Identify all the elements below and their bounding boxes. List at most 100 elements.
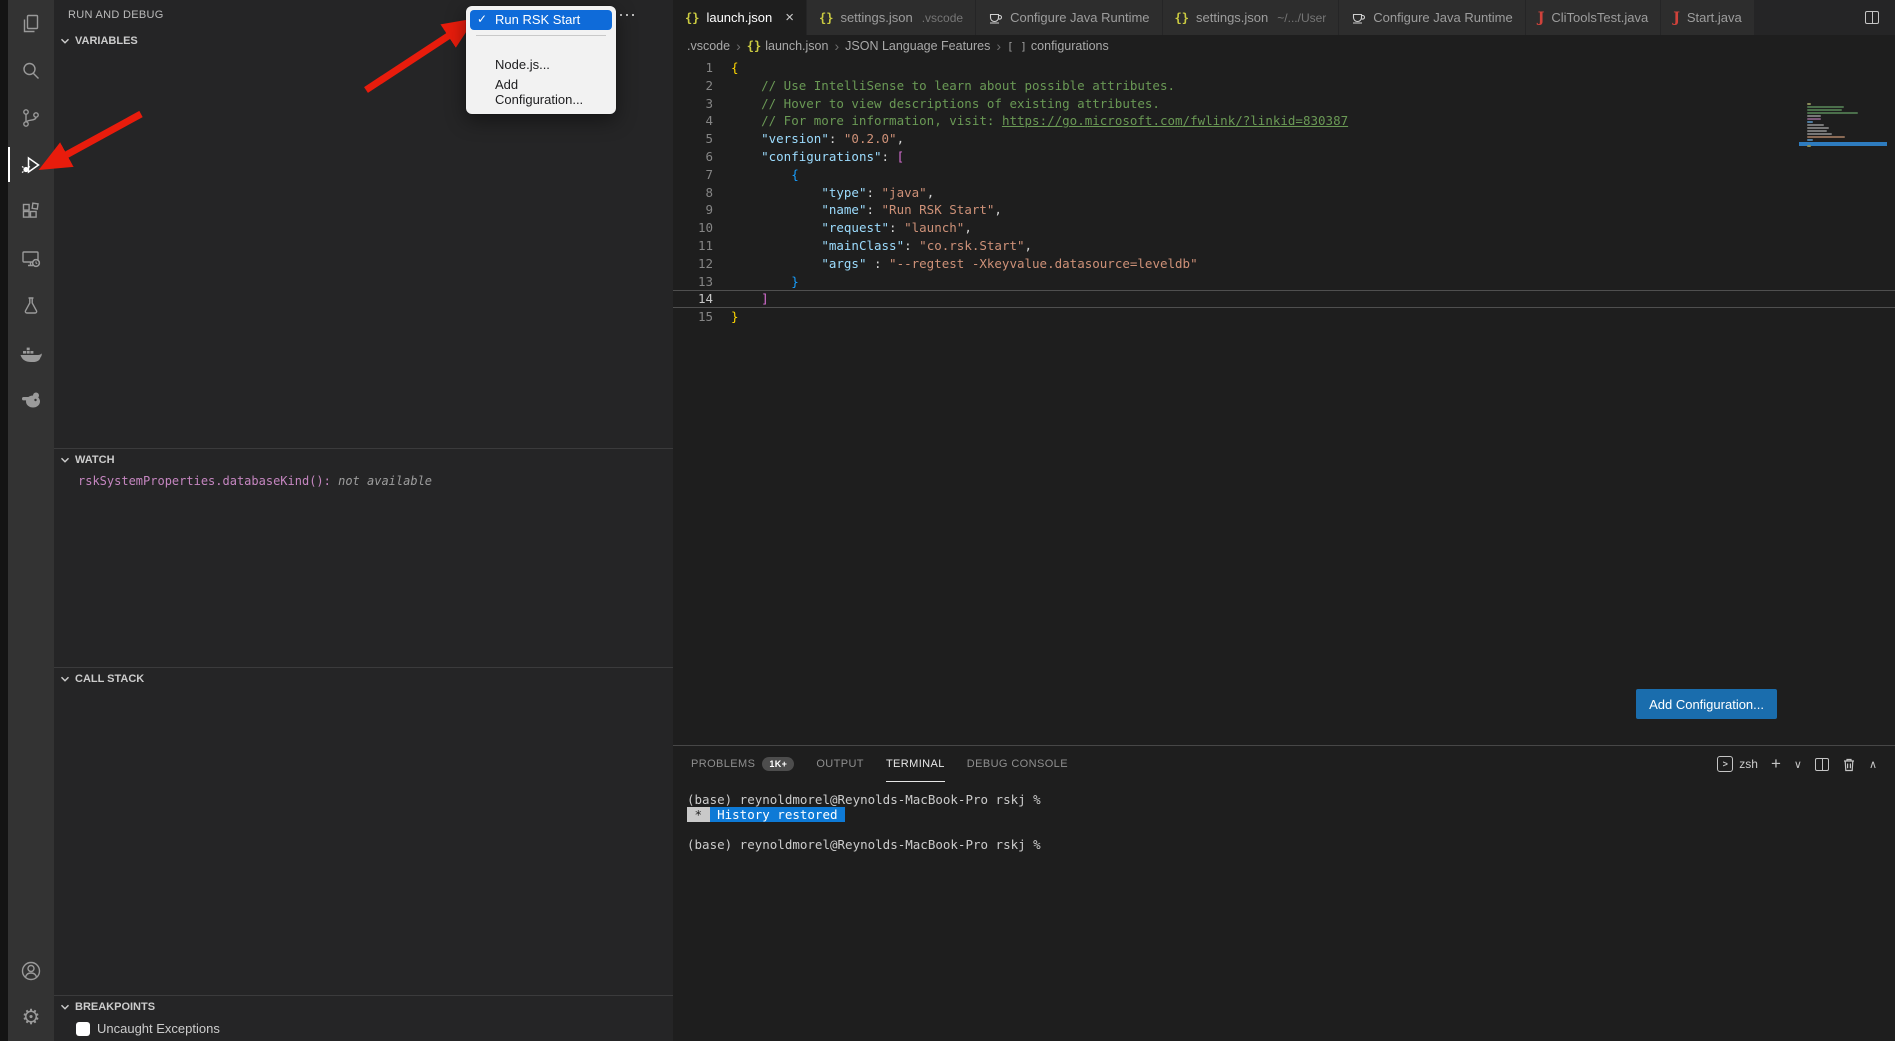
code-line: 6 "configurations": [ — [673, 148, 1895, 166]
minimap[interactable] — [1807, 103, 1879, 148]
close-icon[interactable]: × — [785, 9, 794, 26]
code-token: "--regtest -Xkeyvalue.datasource=leveldb… — [889, 256, 1198, 271]
panel-tab-debug-console[interactable]: DEBUG CONSOLE — [967, 746, 1068, 782]
line-number[interactable]: 7 — [673, 166, 713, 184]
line-number[interactable]: 1 — [673, 59, 713, 77]
line-number[interactable]: 15 — [673, 308, 713, 326]
breadcrumb-item[interactable]: {}launch.json — [747, 39, 829, 53]
code-token: "java" — [882, 185, 927, 200]
watch-section: WATCH rskSystemProperties.databaseKind()… — [54, 448, 673, 667]
breakpoint-item: Uncaught Exceptions — [54, 1018, 673, 1036]
terminal-shell-icon: > — [1717, 756, 1733, 772]
minimap-row-wrap — [1807, 103, 1879, 105]
gradle-elephant-icon[interactable] — [8, 376, 54, 423]
editor-tab[interactable]: JCliToolsTest.java — [1526, 0, 1661, 35]
breadcrumb-item[interactable]: [ ]configurations — [1007, 39, 1109, 53]
minimap-row-wrap — [1807, 124, 1879, 126]
variables-label: VARIABLES — [75, 35, 138, 47]
watch-section-header[interactable]: WATCH — [54, 449, 673, 471]
breakpoints-section-header[interactable]: BREAKPOINTS — [54, 996, 673, 1018]
popup-item-nodejs[interactable]: Node.js... — [470, 55, 612, 75]
line-number[interactable]: 14 — [673, 290, 713, 308]
extensions-icon[interactable] — [8, 188, 54, 235]
terminal-output[interactable]: (base) reynoldmorel@Reynolds-MacBook-Pro… — [673, 782, 1895, 1041]
minimap-row-wrap — [1807, 115, 1879, 117]
settings-gear-icon[interactable]: ⚙ — [8, 994, 54, 1041]
minimap-line — [1807, 106, 1844, 108]
editor-tab[interactable]: {}settings.json.vscode — [807, 0, 976, 35]
add-configuration-button[interactable]: Add Configuration... — [1636, 689, 1777, 719]
kill-terminal-trash-icon[interactable] — [1842, 757, 1856, 772]
watch-label: WATCH — [75, 454, 115, 466]
code-line-text: ] — [713, 290, 769, 308]
code-line-text: "name": "Run RSK Start", — [713, 201, 1002, 219]
new-terminal-icon[interactable]: + — [1771, 754, 1781, 774]
line-number[interactable]: 6 — [673, 148, 713, 166]
code-line: 9 "name": "Run RSK Start", — [673, 201, 1895, 219]
line-number[interactable]: 5 — [673, 130, 713, 148]
code-token: ] — [761, 291, 769, 306]
remote-explorer-icon[interactable] — [8, 235, 54, 282]
editor-tab[interactable]: JStart.java — [1661, 0, 1755, 35]
more-actions-icon[interactable]: ⋯ — [618, 5, 637, 26]
java-runtime-cup-icon — [988, 10, 1003, 25]
code-line: 4 // For more information, visit: https:… — [673, 112, 1895, 130]
editor-tab[interactable]: {}settings.json~/.../User — [1163, 0, 1340, 35]
panel-tab-terminal[interactable]: TERMINAL — [886, 746, 945, 782]
line-number[interactable]: 4 — [673, 112, 713, 130]
source-control-icon[interactable] — [8, 94, 54, 141]
code-line: 13 } — [673, 273, 1895, 291]
terminal-text: * — [687, 807, 710, 822]
explorer-icon[interactable] — [8, 0, 54, 47]
code-token: "mainClass" — [821, 238, 904, 253]
array-icon: [ ] — [1007, 40, 1027, 53]
code-link[interactable]: https://go.microsoft.com/fwlink/?linkid=… — [1002, 113, 1348, 128]
maximize-panel-chevron-icon[interactable]: ∧ — [1869, 758, 1877, 771]
docker-whale-icon[interactable] — [8, 329, 54, 376]
breadcrumb-item[interactable]: .vscode — [687, 39, 730, 53]
code-token — [731, 202, 821, 217]
line-number[interactable]: 9 — [673, 201, 713, 219]
split-terminal-icon[interactable] — [1815, 758, 1829, 771]
popup-item-run-rsk-start[interactable]: ✓ Run RSK Start — [470, 10, 612, 30]
line-number[interactable]: 3 — [673, 95, 713, 113]
terminal-instance[interactable]: > zsh — [1717, 756, 1758, 772]
call-stack-section-header[interactable]: CALL STACK — [54, 668, 673, 690]
line-number[interactable]: 10 — [673, 219, 713, 237]
panel-actions: > zsh + ∨ ∧ — [1717, 754, 1877, 774]
editor-tab[interactable]: Configure Java Runtime — [976, 0, 1162, 35]
testing-beaker-icon[interactable] — [8, 282, 54, 329]
editor-tab[interactable]: Configure Java Runtime — [1339, 0, 1525, 35]
panel-tab-label: PROBLEMS — [691, 758, 755, 770]
uncaught-exceptions-checkbox[interactable] — [76, 1022, 90, 1036]
line-number[interactable]: 8 — [673, 184, 713, 202]
minimap-line — [1807, 121, 1813, 123]
panel-tab-label: OUTPUT — [816, 758, 864, 770]
chevron-down-icon — [60, 1002, 70, 1012]
line-number[interactable]: 11 — [673, 237, 713, 255]
panel-tab-output[interactable]: OUTPUT — [816, 746, 864, 782]
watch-expression-item[interactable]: rskSystemProperties.databaseKind(): not … — [54, 471, 673, 488]
panel-tab-problems[interactable]: PROBLEMS1K+ — [691, 746, 794, 782]
code-editor[interactable]: 1{2 // Use IntelliSense to learn about p… — [673, 57, 1895, 745]
editor-tab[interactable]: {}launch.json× — [673, 0, 807, 35]
code-line: 10 "request": "launch", — [673, 219, 1895, 237]
line-number[interactable]: 2 — [673, 77, 713, 95]
breadcrumb-item[interactable]: JSON Language Features — [845, 39, 990, 53]
minimap-row-wrap — [1807, 130, 1879, 132]
line-number[interactable]: 12 — [673, 255, 713, 273]
line-number[interactable]: 13 — [673, 273, 713, 291]
search-icon[interactable] — [8, 47, 54, 94]
account-icon[interactable] — [8, 947, 54, 994]
terminal-dropdown-chevron-icon[interactable]: ∨ — [1794, 758, 1802, 771]
breakpoint-item-label: Uncaught Exceptions — [97, 1021, 220, 1036]
code-token: : — [829, 131, 844, 146]
minimap-row-wrap — [1807, 133, 1879, 135]
popup-item-add-configuration[interactable]: Add Configuration... — [470, 75, 612, 110]
code-line: 15} — [673, 308, 1895, 326]
run-and-debug-icon[interactable] — [8, 141, 54, 188]
breakpoints-section: BREAKPOINTS Uncaught Exceptions — [54, 995, 673, 1041]
split-editor-icon[interactable] — [1865, 11, 1879, 24]
minimap-row-wrap — [1807, 106, 1879, 108]
code-token: , — [1025, 238, 1033, 253]
